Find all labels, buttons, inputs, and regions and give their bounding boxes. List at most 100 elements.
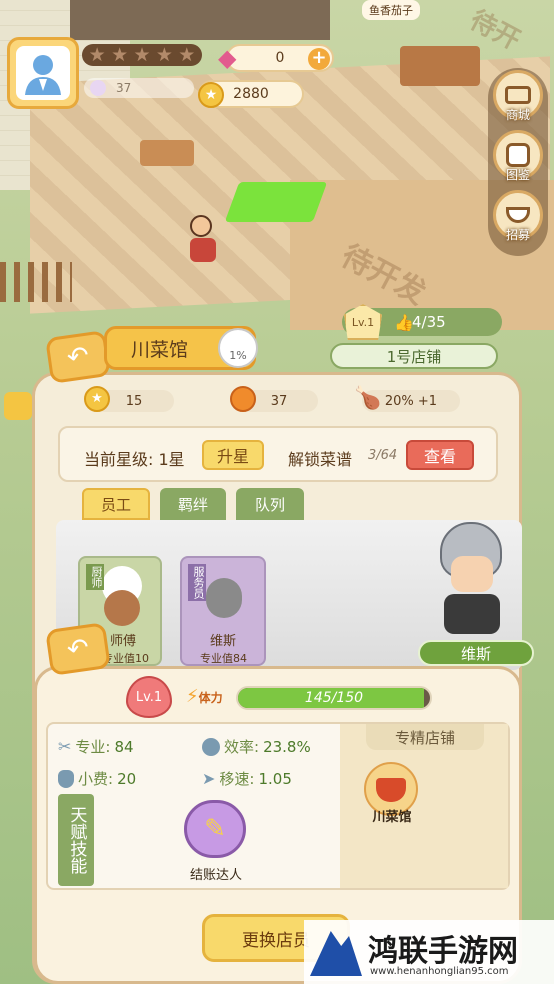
staff-name: 维斯 [210,634,237,649]
stamina-value: 145/150 [304,690,364,706]
stat-efficiency: 效率: 23.8% [202,736,311,757]
talent-title: 天赋技能 [58,794,94,886]
gold-value: 2880 [233,86,269,102]
store-name[interactable]: 1号店铺 [330,343,498,369]
shop-label: 商城 [505,108,530,122]
talent-skill-name: 结账达人 [189,868,242,883]
stamina-label: ⚡体力 [186,686,223,707]
coin-stat-value: 15 [125,393,143,409]
stat-value: 1.05 [258,769,292,788]
catalog-label: 图鉴 [505,168,530,182]
restaurant-percent: 1% [229,349,247,362]
customer-character[interactable] [190,215,216,265]
fence [0,262,72,302]
rating-bar: 37 [84,78,194,98]
shop-button[interactable]: 商城 [493,70,548,123]
stat-value: 23.8% [263,737,311,756]
stat-expertise: ✂ 专业: 84 [58,736,134,757]
placement-marker[interactable] [224,182,328,222]
specialty-title: 专精店铺 [366,724,484,750]
stat-label: 专业: [75,738,111,756]
tab-queue[interactable]: 队列 [236,488,304,520]
star-icon: ★ [133,44,151,66]
stat-label: 效率: [224,738,260,756]
counter-table [400,46,480,86]
watermark-url: www.henanhonglian95.com [370,966,509,977]
gem-icon: ◆ [218,44,237,72]
speed-icon: ➤ [202,769,216,788]
wrench-icon: ✂ [58,737,72,756]
avatar-icon [16,46,70,100]
staff-name: 师傅 [110,634,137,649]
star-icon: ★ [178,44,196,66]
recruit-button[interactable]: 招募 [493,190,548,243]
view-recipes-button[interactable]: 查看 [406,440,474,470]
stat-value: 84 [114,737,134,756]
staff-card[interactable]: 服务员 维斯 专业值84 [180,556,266,666]
kitchen-counter [70,0,330,40]
chicken-stat-value: 20% +1 [384,393,438,409]
dish-sign: 鱼香茄子 [362,0,420,20]
recipe-label: 解锁菜谱 [288,450,353,469]
rating-stat-value: 37 [270,393,288,409]
checkout-icon: ✎ [204,814,226,844]
staff-sub: 专业值84 [200,652,247,665]
compass-icon [230,386,256,412]
featured-staff-name: 维斯 [418,640,534,666]
clock-icon [202,737,220,756]
stat-label: 移速: [219,770,255,788]
star-icon: ★ [155,44,173,66]
gold-counter: ★ 2880 [198,80,304,108]
star-recipe-box: 当前星级: 1星 升星 解锁菜谱 3/64 查看 [58,426,498,482]
back-arrow-icon: ↶ [65,340,91,374]
specialty-store-name: 川菜馆 [372,810,412,825]
waiter-portrait [206,578,242,618]
store-level-badge: Lv.1 [344,304,382,340]
tab-bond[interactable]: 羁绊 [160,488,226,520]
stat-value: 20 [117,769,137,788]
catalog-button[interactable]: 图鉴 [493,130,548,183]
tab-staff[interactable]: 员工 [82,488,150,520]
gem-counter: ◆ 0 + [218,44,334,72]
chicken-leg-icon: 🍗 [354,386,382,411]
coin-icon: ★ [198,82,224,108]
store-likes: 4/35 [412,313,446,331]
upgrade-star-button[interactable]: 升星 [202,440,264,470]
coin-icon: ★ [84,386,110,412]
back-arrow-icon: ↶ [65,632,91,666]
detail-back-button[interactable]: ↶ [45,622,111,676]
gem-value: 0 [275,50,285,66]
star-icon: ★ [111,44,129,66]
recipe-count: 3/64 [368,448,398,463]
stat-tips: 小费: 20 [58,768,136,789]
watermark-text: 鸿联手游网 [368,934,518,969]
rating-icon [90,80,106,96]
restaurant-progress[interactable]: 1% [218,328,258,368]
chef-portrait [104,590,140,626]
thumbs-up-icon: 👍 [394,313,414,332]
staff-role: 服务员 [188,564,206,601]
featured-staff-portrait [440,522,504,642]
rating-value: 37 [116,81,132,95]
recruit-label: 招募 [505,228,530,242]
watermark: 鸿联手游网 www.henanhonglian95.com [304,920,554,984]
back-button[interactable]: ↶ [45,330,111,384]
store-likes-bar: Lv.1 👍 4/35 [342,304,502,340]
star-rating: ★ ★ ★ ★ ★ [82,44,202,66]
talent-skill-icon[interactable]: ✎ [184,800,246,858]
star-icon: ★ [88,44,106,66]
restaurant-title-text: 川菜馆 [131,338,189,361]
moneybag-icon [58,769,74,788]
star-level-label: 当前星级: 1星 [84,450,185,469]
watermark-logo-icon [310,931,362,976]
stamina-bar: 145/150 [236,686,432,710]
table [140,140,194,166]
staff-level-heart: Lv.1 [126,676,172,718]
stat-speed: ➤ 移速: 1.05 [202,768,292,789]
lightning-icon: ⚡ [186,686,199,707]
staff-role: 厨师 [86,564,104,590]
stat-label: 小费: [78,770,114,788]
gold-pile-icon[interactable] [4,392,32,420]
add-gems-button[interactable]: + [308,48,330,70]
player-avatar[interactable] [7,37,79,109]
